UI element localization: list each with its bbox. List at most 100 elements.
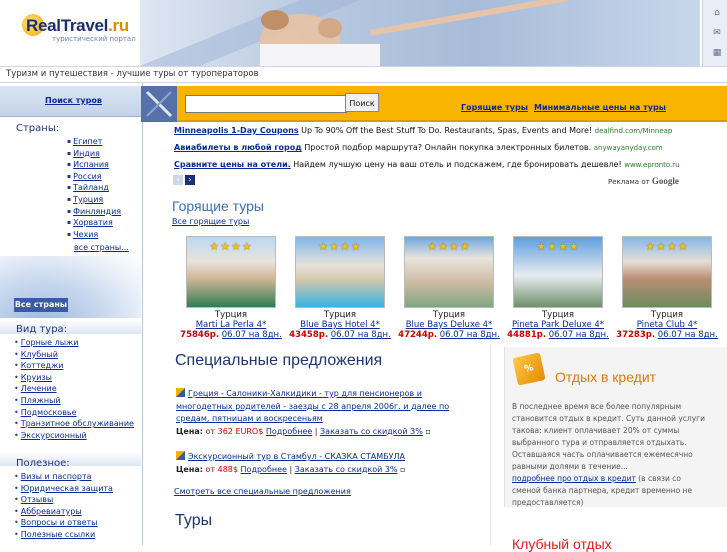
card-price: 47244р. bbox=[398, 330, 438, 340]
card-hotel-name[interactable]: Pineta Club 4* bbox=[637, 320, 698, 330]
ad-url[interactable]: dealfind.com/Minneap bbox=[595, 127, 673, 135]
external-link-icon: ▫ bbox=[425, 426, 431, 436]
card-date[interactable]: 06.07 на 8дн. bbox=[222, 330, 282, 340]
header-icons: ⌂ ✉ ▦ bbox=[702, 0, 727, 66]
tour-types-title: Вид тура: bbox=[16, 324, 68, 335]
hot-tour-card[interactable]: ★★★★ Турция Pineta Club 4* 37283р. 06.07… bbox=[612, 236, 722, 340]
stars-rating: ★★★★ bbox=[209, 240, 253, 253]
card-date[interactable]: 06.07 на 8дн. bbox=[549, 330, 609, 340]
country-item[interactable]: Хорватия bbox=[67, 217, 121, 229]
country-item[interactable]: Чехия bbox=[67, 229, 121, 241]
country-item[interactable]: Тайланд bbox=[67, 182, 121, 194]
search-button[interactable]: Поиск bbox=[345, 93, 379, 112]
all-countries-link[interactable]: все страны... bbox=[74, 243, 129, 252]
offer-flag-icon bbox=[176, 388, 185, 397]
card-hotel-name[interactable]: Marti La Perla 4* bbox=[196, 320, 267, 330]
hot-tour-card[interactable]: ★★★★ Турция Blue Bays Hotel 4* 43458р. 0… bbox=[285, 236, 395, 340]
google-logo: Google bbox=[651, 176, 679, 186]
search-input[interactable] bbox=[185, 95, 347, 113]
hotel-photo[interactable]: ★★★★ bbox=[622, 236, 712, 308]
ad-url[interactable]: anywayanyday.com bbox=[594, 144, 663, 152]
offer-price-label: Цена: bbox=[176, 426, 203, 436]
offer-link[interactable]: Греция - Салоники-Халкидики - тур для пе… bbox=[176, 389, 449, 423]
tours-search-link[interactable]: Поиск туров bbox=[45, 96, 102, 105]
tours-search-tab[interactable]: Поиск туров bbox=[0, 86, 141, 117]
banner-illustration bbox=[140, 0, 569, 66]
min-prices-link[interactable]: Минимальные цены на туры bbox=[534, 103, 666, 112]
offer-link[interactable]: Экскурсионный тур в Стамбул - СКАЗКА СТА… bbox=[188, 452, 405, 461]
card-hotel-name[interactable]: Blue Bays Hotel 4* bbox=[300, 320, 380, 330]
useful-item[interactable]: Юридическая защита bbox=[14, 483, 113, 495]
ads-by-google[interactable]: Реклама от Google bbox=[608, 176, 679, 186]
tour-type-item[interactable]: Горные лыжи bbox=[14, 337, 134, 349]
all-special-offers-link[interactable]: Смотреть все специальные предложения bbox=[174, 487, 351, 496]
home-icon[interactable]: ⌂ bbox=[712, 8, 722, 18]
offer-more-link[interactable]: Подробнее bbox=[241, 465, 287, 474]
useful-item[interactable]: Отзывы bbox=[14, 494, 113, 506]
credit-more-link[interactable]: подробнее про отдых в кредит bbox=[512, 474, 636, 483]
tour-types-list: Горные лыжи Клубный Коттеджи Круизы Лече… bbox=[14, 337, 134, 441]
card-date[interactable]: 06.07 на 8дн. bbox=[440, 330, 500, 340]
useful-item[interactable]: Полезные ссылки bbox=[14, 529, 113, 541]
prev-arrow-icon[interactable]: ‹ bbox=[173, 175, 183, 185]
tagline-bar: Туризм и путешествия - лучшие туры от ту… bbox=[0, 66, 727, 83]
country-item[interactable]: Финляндия bbox=[67, 206, 121, 218]
country-item[interactable]: Испания bbox=[67, 159, 121, 171]
logo[interactable]: RealTravel.ru туристический портал bbox=[22, 16, 136, 43]
ad-title[interactable]: Minneapolis 1-Day Coupons bbox=[174, 126, 299, 135]
hotel-photo[interactable]: ★★★★ bbox=[513, 236, 603, 308]
ad-url[interactable]: www.epronto.ru bbox=[624, 161, 679, 169]
separator: | bbox=[312, 426, 321, 436]
offer-book-link[interactable]: Заказать со скидкой 3% bbox=[320, 427, 423, 436]
tour-type-item[interactable]: Подмосковье bbox=[14, 407, 134, 419]
credit-text-block: В последнее время все более популярным с… bbox=[512, 401, 712, 509]
mail-icon[interactable]: ✉ bbox=[712, 28, 722, 38]
country-item[interactable]: Россия bbox=[67, 171, 121, 183]
country-item[interactable]: Индия bbox=[67, 148, 121, 160]
card-date[interactable]: 06.07 на 8дн. bbox=[331, 330, 391, 340]
hot-tour-card[interactable]: ★★★★ Турция Pineta Park Deluxe 4* 44881р… bbox=[503, 236, 613, 340]
ad-title[interactable]: Авиабилеты в любой город bbox=[174, 143, 302, 152]
logo-tld: .ru bbox=[108, 16, 129, 35]
useful-list: Визы и паспорта Юридическая защита Отзыв… bbox=[14, 471, 113, 541]
tour-type-item[interactable]: Пляжный bbox=[14, 395, 134, 407]
card-country: Турция bbox=[650, 310, 684, 320]
useful-item[interactable]: Вопросы и ответы bbox=[14, 517, 113, 529]
header: RealTravel.ru туристический портал ⌂ ✉ ▦ bbox=[0, 0, 727, 66]
useful-item[interactable]: Визы и паспорта bbox=[14, 471, 113, 483]
credit-title: Отдых в кредит bbox=[555, 369, 657, 385]
country-item[interactable]: Турция bbox=[67, 194, 121, 206]
tour-type-item[interactable]: Коттеджи bbox=[14, 360, 134, 372]
hotel-photo[interactable]: ★★★★ bbox=[295, 236, 385, 308]
countries-title: Страны: bbox=[16, 123, 60, 134]
hot-tour-card[interactable]: ★★★★ Турция Blue Bays Deluxe 4* 47244р. … bbox=[394, 236, 504, 340]
card-hotel-name[interactable]: Pineta Park Deluxe 4* bbox=[512, 320, 604, 330]
all-hot-tours-link[interactable]: Все горящие туры bbox=[172, 217, 249, 226]
country-item[interactable]: Египет bbox=[67, 136, 121, 148]
useful-item[interactable]: Аббревиатуры bbox=[14, 506, 113, 518]
ad-nav: ‹ › bbox=[173, 175, 197, 185]
hotel-photo[interactable]: ★★★★ bbox=[404, 236, 494, 308]
tour-type-item[interactable]: Лечение bbox=[14, 383, 134, 395]
hot-tours-link[interactable]: Горящие туры bbox=[461, 103, 528, 112]
offer-more-link[interactable]: Подробнее bbox=[266, 427, 312, 436]
all-countries-button[interactable]: Все страны bbox=[14, 298, 68, 312]
tour-type-item[interactable]: Клубный bbox=[14, 349, 134, 361]
card-price: 75846р. bbox=[180, 330, 220, 340]
ad-text: Найдем лучшую цену на ваш отель и подска… bbox=[290, 160, 625, 169]
external-link-icon: ▫ bbox=[400, 464, 406, 474]
card-hotel-name[interactable]: Blue Bays Deluxe 4* bbox=[406, 320, 493, 330]
tour-type-item[interactable]: Транзитное обслуживание bbox=[14, 418, 134, 430]
hot-tours-title: Горящие туры bbox=[172, 198, 264, 214]
offer-book-link[interactable]: Заказать со скидкой 3% bbox=[295, 465, 398, 474]
ad-text: Up To 90% Off the Best Stuff To Do. Rest… bbox=[298, 126, 595, 135]
hotel-photo[interactable]: ★★★★ bbox=[186, 236, 276, 308]
next-arrow-icon[interactable]: › bbox=[185, 175, 195, 185]
percent-icon: % bbox=[512, 352, 546, 386]
hot-tour-card[interactable]: ★★★★ Турция Marti La Perla 4* 75846р. 06… bbox=[176, 236, 286, 340]
tour-type-item[interactable]: Экскурсионный bbox=[14, 430, 134, 442]
sitemap-icon[interactable]: ▦ bbox=[712, 48, 722, 58]
ad-title[interactable]: Сравните цены на отели. bbox=[174, 160, 291, 169]
tour-type-item[interactable]: Круизы bbox=[14, 372, 134, 384]
card-date[interactable]: 06.07 на 8дн. bbox=[658, 330, 718, 340]
